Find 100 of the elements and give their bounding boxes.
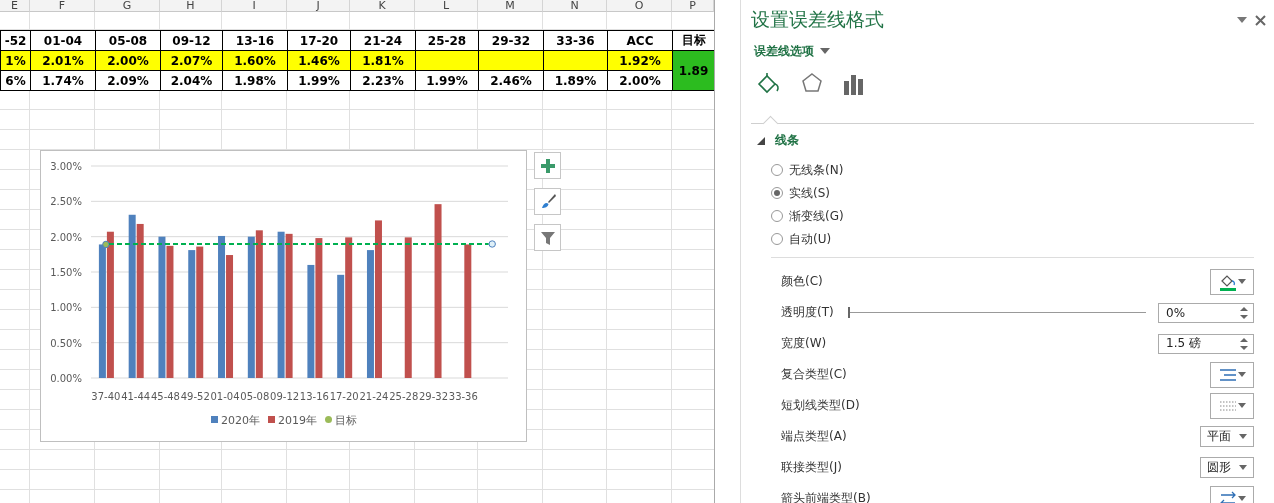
bar[interactable] [374,220,382,378]
column-header[interactable]: I [222,0,287,12]
axis-label: 29-32 [419,391,449,402]
bar[interactable] [136,223,144,378]
paint-bucket-icon [757,72,781,96]
property-label: 短划线类型(D) [781,397,861,414]
panel-title: 设置误差线格式 [751,7,884,32]
bar[interactable] [315,238,323,378]
bar[interactable] [247,236,255,378]
caret-icon [1239,434,1247,439]
bar[interactable] [434,204,442,378]
bar[interactable] [366,250,374,378]
error-bar[interactable] [109,240,497,249]
column-header[interactable]: E [0,0,30,12]
table-cell: 2.46% [478,70,544,91]
plus-icon [539,157,556,174]
chart-style-button[interactable] [534,188,561,215]
add-element-button[interactable] [534,152,561,179]
column-header[interactable]: M [478,0,543,12]
bar[interactable] [464,244,472,378]
axis-label: 3.00% [50,161,82,172]
axis-label: 25-28 [389,391,419,402]
column-header[interactable]: L [415,0,478,12]
radio-button[interactable] [771,164,783,176]
color-picker-button[interactable] [1210,268,1254,295]
target-point[interactable] [102,240,110,249]
column-header[interactable]: H [160,0,222,12]
property-label: 复合类型(C) [781,366,848,383]
caret-icon[interactable] [1237,17,1247,23]
column-header[interactable]: F [30,0,95,12]
radio-label[interactable]: 实线(S) [789,184,830,202]
axis-label: 21-24 [359,391,389,402]
table-cell: 1.89% [543,70,608,91]
column-header[interactable]: J [287,0,350,12]
radio-button[interactable] [771,233,783,245]
table-cell: 1.89 [672,50,714,91]
bar[interactable] [188,250,196,378]
bar[interactable] [345,237,353,378]
radio-label[interactable]: 无线条(N) [789,161,844,179]
bar[interactable] [285,233,293,378]
bar[interactable] [128,214,136,378]
axis-label: 05-08 [240,391,270,402]
table-cell: 2.00% [95,50,161,71]
bar[interactable] [196,246,204,378]
radio-button[interactable] [771,187,783,199]
dashed-lines-icon [1219,399,1237,412]
width-field[interactable]: 1.5 磅 [1158,333,1254,354]
table-cell: 13-16 [222,30,288,51]
radio-label[interactable]: 渐变线(G) [789,207,844,225]
options-dropdown[interactable]: 误差线选项 [751,40,830,62]
table-cell: 1.98% [222,70,288,91]
slider-thumb[interactable] [847,307,850,318]
section-title[interactable]: 线条 [775,132,799,149]
radio-label[interactable]: 自动(U) [789,230,832,248]
table-cell: 1.46% [287,50,351,71]
legend-label: 2019年 [278,414,317,427]
table-cell: 2.01% [30,50,96,71]
axis-label: 2.00% [50,231,82,243]
column-header[interactable]: G [95,0,160,12]
bar[interactable] [166,245,174,378]
table-cell: 1.99% [287,70,351,91]
bar[interactable] [404,237,412,378]
bar[interactable] [337,274,345,378]
axis-label: 1.00% [50,302,82,314]
close-icon[interactable] [1255,14,1266,26]
column-header[interactable]: K [350,0,415,12]
property-label: 宽度(W) [781,335,828,352]
collapse-triangle-icon[interactable] [757,136,765,145]
transparency-field[interactable]: 0% [1158,302,1254,323]
property-label: 联接类型(J) [781,459,843,476]
column-header[interactable]: N [543,0,607,12]
column-header[interactable]: P [672,0,714,12]
bar[interactable] [307,264,315,378]
table-cell: 2.00% [607,70,673,91]
compound-type-button[interactable] [1210,361,1254,388]
bar[interactable] [106,231,114,378]
dropdown[interactable]: 平面 [1200,426,1254,447]
dash-type-button[interactable] [1210,392,1254,419]
table-cell: 1.81% [350,50,416,71]
bar[interactable] [277,231,285,378]
bar[interactable] [158,236,166,378]
column-header[interactable]: O [607,0,672,12]
axis-label: 01-04 [210,391,240,402]
property-label: 颜色(C) [781,273,824,290]
table-cell: 2.04% [160,70,223,91]
bar[interactable] [98,244,106,378]
axis-label: 33-36 [448,391,478,402]
radio-button[interactable] [771,210,783,222]
bar[interactable] [218,235,226,378]
axis-label: 17-20 [329,391,359,402]
bar[interactable] [255,230,263,378]
dropdown[interactable]: 圆形 [1200,457,1254,478]
lines-icon [1219,367,1237,382]
chart-area[interactable]: 0.00% 0.50% 1.00% 1.50% 2.00% 2.50% 3.00% 37-4041-4445-4849-5201-0405-0809-12 13-1617-2021-2425-2829-3233-36 2020年 2019年 目标 [40,150,527,442]
chart-filter-button[interactable] [534,224,561,251]
axis-label: 41-44 [121,391,151,402]
axis-label: 0.00% [50,373,82,384]
double-arrow-icon [1219,490,1237,503]
bar[interactable] [226,255,234,378]
table-cell: 目标 [672,30,714,51]
